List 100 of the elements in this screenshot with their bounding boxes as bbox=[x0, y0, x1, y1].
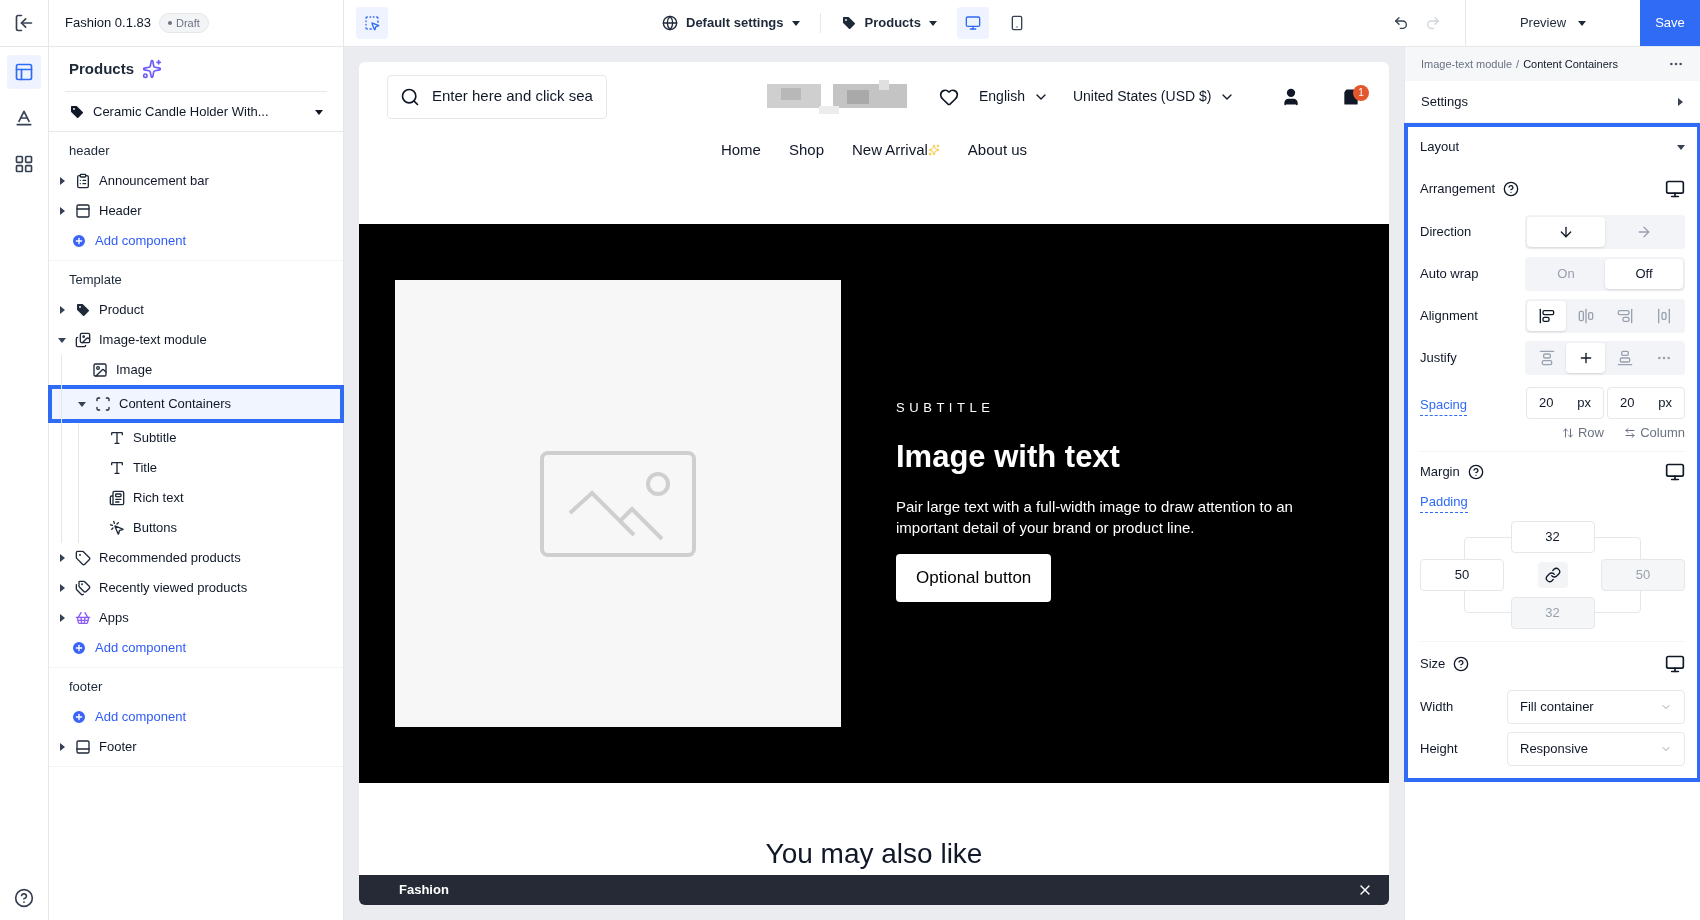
segment-option[interactable] bbox=[1527, 301, 1566, 331]
text-icon bbox=[109, 430, 125, 446]
plus-icon bbox=[71, 640, 87, 656]
caret-right-icon[interactable] bbox=[58, 614, 66, 622]
tree-item[interactable]: Image bbox=[49, 355, 343, 385]
theme-menu[interactable]: Default settings bbox=[654, 13, 808, 33]
panel-icon bbox=[75, 739, 91, 755]
tag-icon bbox=[75, 302, 91, 318]
add-component-button[interactable]: Add component bbox=[71, 231, 187, 251]
caret-right-icon[interactable] bbox=[58, 554, 66, 562]
status-badge: Draft bbox=[159, 12, 209, 34]
breadcrumb-separator: / bbox=[1516, 56, 1520, 72]
settings-section-header[interactable]: Settings bbox=[1405, 81, 1700, 123]
link-icon bbox=[1544, 566, 1561, 583]
vertical-arrows-icon bbox=[1562, 426, 1574, 439]
padding-field[interactable]: 32 bbox=[1510, 520, 1595, 553]
spacing-field[interactable]: 20 px bbox=[1526, 387, 1604, 419]
add-component-button[interactable]: Add component bbox=[71, 707, 187, 727]
search-icon bbox=[400, 86, 420, 107]
nav-link[interactable]: New Arrival bbox=[852, 138, 940, 162]
spacing-field[interactable]: 20 px bbox=[1607, 387, 1685, 419]
tree-item[interactable]: Subtitle bbox=[49, 423, 343, 453]
align-right-icon bbox=[1616, 308, 1633, 324]
help-icon[interactable] bbox=[1467, 464, 1484, 480]
padding-tab[interactable]: Padding bbox=[1420, 492, 1468, 513]
page-menu[interactable]: Products bbox=[832, 13, 945, 33]
desktop-icon[interactable] bbox=[1665, 653, 1685, 674]
field-label: Margin bbox=[1420, 463, 1460, 482]
nav-link[interactable]: Home bbox=[720, 138, 761, 162]
caret-down-icon[interactable] bbox=[1677, 143, 1685, 151]
select-icon bbox=[364, 15, 380, 31]
layout-section-header[interactable]: Layout bbox=[1420, 127, 1685, 167]
tree-item[interactable]: Recommended products bbox=[49, 543, 343, 573]
user-icon[interactable] bbox=[1281, 86, 1301, 107]
tree-item[interactable]: Announcement bar bbox=[49, 166, 343, 196]
tree-item[interactable]: Rich text bbox=[49, 483, 343, 513]
tag-icon bbox=[840, 15, 857, 31]
caret-down-icon[interactable] bbox=[58, 336, 66, 344]
select-tool-button[interactable] bbox=[356, 7, 388, 39]
grid-icon bbox=[14, 154, 34, 174]
help-icon[interactable] bbox=[1453, 655, 1470, 672]
caret-right-icon[interactable] bbox=[58, 306, 66, 314]
align-left-icon bbox=[1538, 308, 1555, 324]
search-field[interactable]: Enter here and click sea bbox=[387, 74, 607, 119]
stretch-icon bbox=[1655, 308, 1672, 324]
tree-item[interactable]: Product bbox=[49, 295, 343, 325]
panel-icon bbox=[75, 203, 91, 219]
exit-icon[interactable] bbox=[14, 13, 34, 33]
size-select[interactable]: Fill container bbox=[1507, 689, 1685, 724]
desktop-icon[interactable] bbox=[1665, 179, 1685, 199]
caret-down-icon bbox=[791, 19, 800, 27]
field-label: Auto wrap bbox=[1420, 265, 1479, 284]
spacing-tab[interactable]: Spacing bbox=[1420, 395, 1467, 416]
align-bottom-icon bbox=[1616, 350, 1633, 366]
heart-icon[interactable] bbox=[939, 86, 959, 107]
segment-option[interactable]: Off bbox=[1605, 259, 1683, 289]
caret-down-icon bbox=[1578, 19, 1587, 27]
hero-title: Image with text bbox=[896, 437, 1120, 476]
breadcrumb-link[interactable]: Image-text module bbox=[1421, 55, 1513, 73]
language-menu[interactable]: English bbox=[979, 86, 1049, 108]
caret-right-icon[interactable] bbox=[58, 743, 66, 751]
nav-link[interactable]: Shop bbox=[788, 138, 824, 162]
arrow-right-icon bbox=[1636, 224, 1652, 240]
desktop-icon bbox=[964, 15, 981, 31]
bar-title: Fashion bbox=[399, 881, 449, 900]
section-heading: You may also like bbox=[765, 837, 983, 871]
project-name: Fashion 0.1.83 bbox=[65, 14, 151, 33]
link-button[interactable] bbox=[1537, 561, 1568, 588]
tree-item[interactable]: Content Containers bbox=[52, 389, 340, 419]
currency-menu[interactable]: United States (USD $) bbox=[1072, 86, 1236, 108]
desktop-icon[interactable] bbox=[1665, 462, 1685, 482]
add-component-button[interactable]: Add component bbox=[71, 638, 187, 658]
nav-link[interactable]: About us bbox=[967, 138, 1028, 162]
tree-item[interactable]: Footer bbox=[49, 732, 343, 762]
tree-item[interactable]: Header bbox=[49, 196, 343, 226]
spacing-caption: Column bbox=[1624, 423, 1685, 443]
caret-right-icon[interactable] bbox=[1676, 97, 1684, 106]
padding-field[interactable]: 50 bbox=[1420, 558, 1504, 591]
save-button[interactable]: Save bbox=[1640, 0, 1700, 46]
field-label: Alignment bbox=[1420, 307, 1478, 326]
clipboard-icon bbox=[75, 173, 91, 189]
size-select[interactable]: Responsive bbox=[1507, 731, 1685, 766]
tree-item[interactable]: Apps bbox=[49, 603, 343, 633]
caret-right-icon[interactable] bbox=[58, 207, 66, 215]
tree-item[interactable]: Buttons bbox=[49, 513, 343, 543]
caret-right-icon[interactable] bbox=[58, 177, 66, 185]
tree-item[interactable]: Image-text module bbox=[49, 325, 343, 355]
page-select[interactable]: Ceramic Candle Holder With... bbox=[49, 92, 343, 132]
pointer-icon bbox=[109, 520, 125, 536]
tree-item[interactable]: Title bbox=[49, 453, 343, 483]
optional-button[interactable]: Optional button bbox=[896, 554, 1052, 602]
help-icon[interactable] bbox=[14, 888, 34, 908]
preview-button[interactable]: Preview bbox=[1466, 0, 1640, 46]
device-toggle[interactable] bbox=[956, 7, 989, 39]
help-icon[interactable] bbox=[1503, 181, 1520, 197]
caret-down-icon[interactable] bbox=[78, 400, 86, 408]
undo-icon[interactable] bbox=[1393, 15, 1409, 31]
caret-right-icon[interactable] bbox=[58, 584, 66, 592]
tree-item[interactable]: Recently viewed products bbox=[49, 573, 343, 603]
image-placeholder-icon bbox=[540, 450, 696, 557]
